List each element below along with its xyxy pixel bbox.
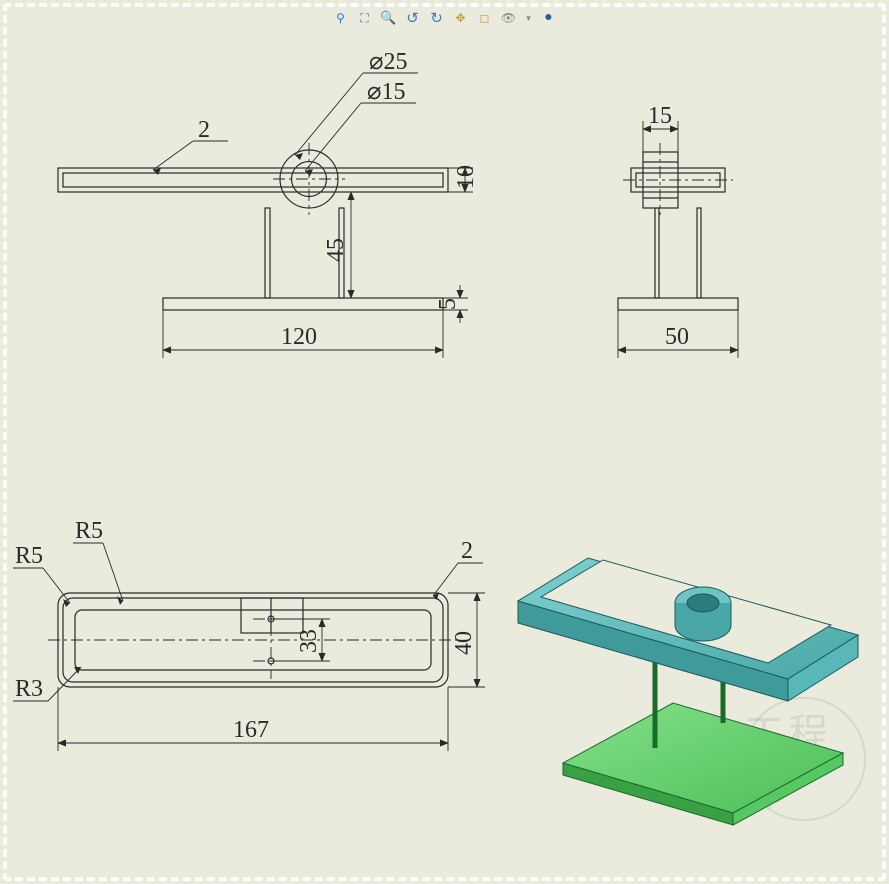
side-view: 15 50 <box>618 103 738 358</box>
pan-icon[interactable]: ✥ <box>452 9 470 27</box>
view-toolbar: ⚲ ⛶ 🔍 ↺ ↻ ✥ ◻ 👁 ▾ ● <box>332 7 558 29</box>
rotate-ccw-icon[interactable]: ↺ <box>404 9 422 27</box>
dim-r3: R3 <box>15 676 43 702</box>
zoom-in-icon[interactable]: 🔍 <box>380 9 398 27</box>
zoom-fit-icon[interactable]: ⛶ <box>356 9 374 27</box>
rotate-cw-icon[interactable]: ↻ <box>428 9 446 27</box>
dim-120: 120 <box>281 324 317 350</box>
dim-15: 15 <box>648 103 672 129</box>
dim-5: 5 <box>435 298 461 310</box>
dim-45: 45 <box>323 238 349 262</box>
front-view: ⌀25 ⌀15 2 10 45 5 <box>58 49 479 358</box>
zoom-area-icon[interactable]: ⚲ <box>332 9 350 27</box>
dim-dia-inner: ⌀15 <box>367 79 405 105</box>
render-icon[interactable]: ● <box>540 9 558 27</box>
isometric-view <box>518 558 858 825</box>
dim-33: 33 <box>296 629 322 653</box>
drawing-sheet: ⌀25 ⌀15 2 10 45 5 <box>3 3 886 881</box>
dim-40: 40 <box>451 631 477 655</box>
dim-wall-2: 2 <box>198 117 210 143</box>
top-view: R5 R5 R3 2 33 40 <box>13 518 485 751</box>
dim-r5a: R5 <box>15 543 43 569</box>
dim-dia-outer: ⌀25 <box>369 49 407 75</box>
dim-50: 50 <box>665 324 689 350</box>
visibility-icon[interactable]: 👁 <box>500 9 518 27</box>
dim-2b: 2 <box>461 538 473 564</box>
dropdown-icon[interactable]: ▾ <box>524 9 534 27</box>
view-cube-icon[interactable]: ◻ <box>476 9 494 27</box>
dim-167: 167 <box>233 717 269 743</box>
dim-r5b: R5 <box>75 518 103 544</box>
dim-10: 10 <box>453 165 479 189</box>
